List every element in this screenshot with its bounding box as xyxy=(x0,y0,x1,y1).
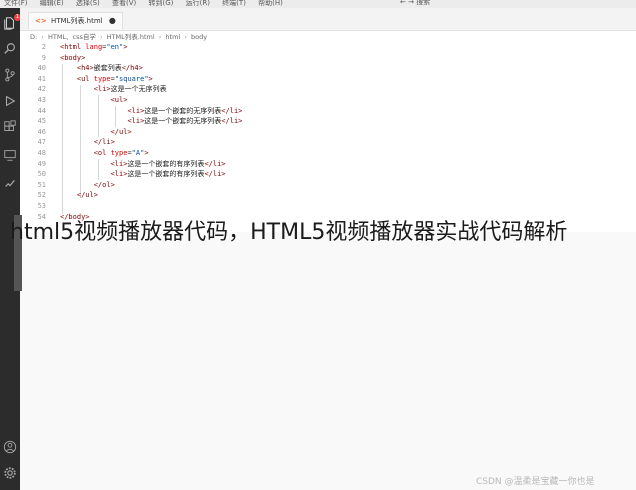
run-debug-icon[interactable] xyxy=(3,94,17,108)
code-text: <h4>嵌套列表</h4> xyxy=(76,64,143,73)
chevron-right-icon: › xyxy=(158,33,162,41)
unsaved-indicator[interactable]: ● xyxy=(109,16,116,25)
watermark: CSDN @温柔是宝藏一你也是 xyxy=(476,477,595,487)
line-number: 46 xyxy=(37,127,46,136)
code-text: <li>这是一个嵌套的有序列表</li> xyxy=(110,170,226,179)
line-number: 45 xyxy=(37,117,46,126)
menu-item-selection[interactable]: 选择(S) xyxy=(76,0,100,7)
editor-empty-area[interactable] xyxy=(20,232,636,490)
line-number: 53 xyxy=(37,202,46,210)
account-icon[interactable] xyxy=(3,440,17,454)
breadcrumb-drive[interactable]: D: xyxy=(30,33,37,41)
code-text: </li> xyxy=(93,138,115,147)
html-file-icon: <> xyxy=(35,17,47,25)
manage-gear-icon[interactable] xyxy=(3,466,17,480)
menu-item-run[interactable]: 运行(R) xyxy=(186,0,210,7)
chevron-right-icon: › xyxy=(184,33,187,41)
menu-item-view[interactable]: 查看(V) xyxy=(112,0,136,7)
overlay-title: html5视频播放器代码，HTML5视频播放器实战代码解析 xyxy=(10,220,568,245)
code-text: <ul> xyxy=(110,96,128,104)
line-number: 49 xyxy=(37,159,46,168)
code-text: <li>这是一个嵌套的无序列表</li> xyxy=(127,106,243,115)
command-search[interactable]: ← → 搜索 xyxy=(400,0,490,6)
menu-item-edit[interactable]: 编辑(E) xyxy=(40,0,64,7)
source-control-icon[interactable] xyxy=(3,68,17,82)
line-number: 42 xyxy=(37,85,46,94)
extensions-icon[interactable] xyxy=(3,120,17,134)
tab-html-list[interactable]: <> HTML列表.html ● xyxy=(28,12,123,29)
menu-item-help[interactable]: 帮助(H) xyxy=(258,0,283,7)
code-text: <html lang="en"> xyxy=(60,43,128,51)
explorer-icon[interactable]: 1 xyxy=(3,14,21,30)
line-number: 48 xyxy=(37,149,46,157)
code-text: <li>这是一个嵌套的无序列表</li> xyxy=(127,117,243,126)
breadcrumb-html[interactable]: html xyxy=(165,33,180,41)
line-number: 44 xyxy=(37,106,46,115)
code-text: <li>这是一个无序列表 xyxy=(93,85,167,94)
breadcrumb: D: › HTML、css自学 › HTML列表.html › html › b… xyxy=(30,31,207,41)
line-number: 51 xyxy=(37,180,46,189)
menu-bar: 文件(F) 编辑(E) 选择(S) 查看(V) 转到(G) 运行(R) 终端(T… xyxy=(0,0,636,8)
menu-item-terminal[interactable]: 终端(T) xyxy=(222,0,246,7)
line-number: 47 xyxy=(37,138,46,147)
code-text: </ul> xyxy=(76,191,98,200)
search-label: 搜索 xyxy=(416,0,431,6)
code-text: <ol type="A"> xyxy=(93,149,149,157)
line-number: 50 xyxy=(37,170,46,179)
menu-item-file[interactable]: 文件(F) xyxy=(4,0,28,7)
code-editor[interactable]: 2 <html lang="en"> 9 <body> 40 <h4>嵌套列表</h4>… xyxy=(20,42,636,232)
search-icon[interactable] xyxy=(3,42,17,56)
chevron-right-icon: › xyxy=(41,33,44,41)
remote-explorer-icon[interactable] xyxy=(3,148,17,162)
line-number: 9 xyxy=(41,53,46,62)
breadcrumb-folder[interactable]: HTML、css自学 xyxy=(48,33,96,41)
line-number: 43 xyxy=(37,96,46,104)
line-number: 40 xyxy=(37,64,46,73)
menu-item-go[interactable]: 转到(G) xyxy=(149,0,174,7)
line-number: 52 xyxy=(37,191,46,200)
breadcrumb-file[interactable]: HTML列表.html xyxy=(107,33,155,41)
code-text: <body> xyxy=(60,53,86,62)
code-text: <ul type="square"> xyxy=(76,74,153,83)
tab-label: HTML列表.html xyxy=(50,17,103,25)
editor-tab-bar: <> HTML列表.html ● xyxy=(20,8,636,31)
breadcrumb-body[interactable]: body xyxy=(191,33,207,41)
code-text: <li>这是一个嵌套的有序列表</li> xyxy=(110,159,226,168)
line-number: 2 xyxy=(41,43,46,51)
code-text: </ul> xyxy=(110,127,132,136)
testing-icon[interactable] xyxy=(3,176,17,190)
code-text: </ol> xyxy=(93,180,115,189)
line-number: 41 xyxy=(37,74,46,83)
chevron-right-icon: › xyxy=(99,33,103,41)
